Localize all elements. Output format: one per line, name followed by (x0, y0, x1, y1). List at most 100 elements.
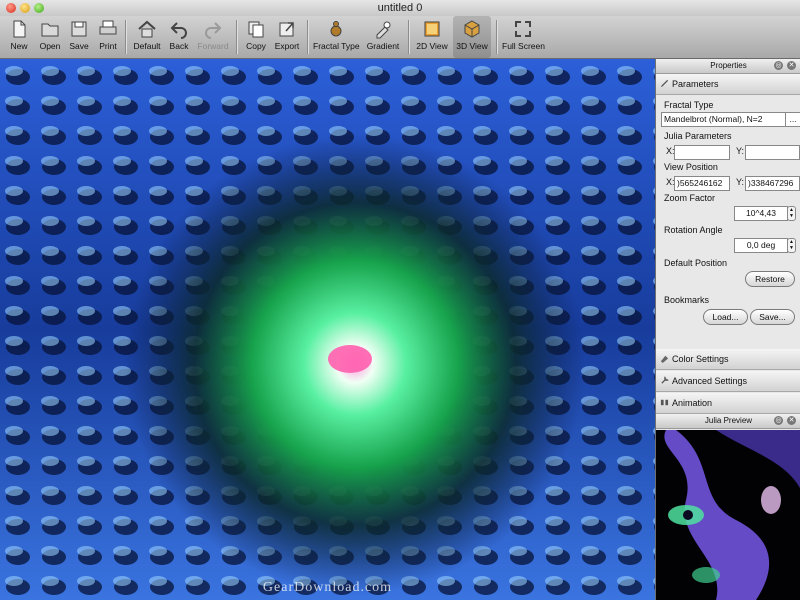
color-settings-icon (660, 355, 669, 363)
default-label: Default (133, 41, 161, 51)
forward-label: Forward (197, 41, 229, 51)
fractal-3d-viewport[interactable]: GearDownload.com (0, 59, 655, 600)
new-button[interactable]: New (5, 16, 33, 58)
gradient-icon (376, 21, 391, 39)
save-icon (71, 21, 87, 37)
rotation-stepper[interactable]: ▲ ▼ (787, 238, 796, 253)
view-position-label: View Position (664, 162, 718, 172)
restore-button[interactable]: Restore (745, 271, 795, 287)
julia-preview-title-bar: Julia Preview ◎ ✕ (656, 414, 800, 429)
view-y-field[interactable]: )338467296 (745, 176, 800, 191)
3d-view-icon (464, 20, 480, 38)
fractal-render (0, 59, 655, 600)
copy-label: Copy (246, 41, 266, 51)
properties-title-bar: Properties ◎ ✕ (656, 59, 800, 74)
export-button[interactable]: Export (272, 16, 302, 58)
color-settings-label: Color Settings (672, 354, 729, 364)
fractal-type-button[interactable]: Fractal Type (313, 16, 360, 58)
window-zoom-button[interactable] (34, 3, 44, 13)
fractal-type-more-button[interactable]: ... (785, 112, 800, 127)
julia-parameters-label: Julia Parameters (664, 131, 732, 141)
forward-button[interactable]: Forward (196, 16, 230, 58)
home-icon (138, 20, 156, 38)
back-label: Back (169, 41, 189, 51)
toolbar-separator (125, 20, 127, 54)
advanced-settings-section-header[interactable]: Advanced Settings (656, 371, 800, 392)
preview-close-icon[interactable]: ✕ (787, 416, 796, 425)
toolbar: New Open Save Print Default Back Forward… (0, 16, 800, 59)
panel-restore-icon[interactable]: ◎ (774, 61, 783, 70)
2d-view-button[interactable]: 2D View (414, 16, 450, 58)
fractal-type-label: Fractal Type (664, 100, 714, 110)
save-toolbar-button[interactable]: Save (66, 16, 92, 58)
copy-icon (248, 21, 264, 38)
full-screen-button[interactable]: Full Screen (502, 16, 545, 58)
zoom-factor-field[interactable]: 10^4,43 (734, 206, 788, 221)
fractal-type-icon (330, 21, 342, 37)
default-position-label: Default Position (664, 258, 728, 268)
animation-section-header[interactable]: Animation (656, 393, 800, 414)
preview-restore-icon[interactable]: ◎ (774, 416, 783, 425)
color-settings-section-header[interactable]: Color Settings (656, 349, 800, 370)
copy-button[interactable]: Copy (243, 16, 269, 58)
title-bar: untitled 0 (0, 0, 800, 16)
new-label: New (10, 41, 28, 51)
full-screen-icon (515, 21, 531, 37)
export-label: Export (274, 41, 300, 51)
view-x-field[interactable]: )565246162 (674, 176, 730, 191)
animation-label: Animation (672, 398, 713, 408)
julia-preview-render (656, 430, 800, 600)
save-bookmark-button[interactable]: Save... (750, 309, 795, 325)
julia-x-field[interactable] (674, 145, 730, 160)
print-label: Print (99, 41, 117, 51)
toolbar-separator (236, 20, 238, 54)
parameters-section-header[interactable]: Parameters (656, 74, 800, 95)
window-minimize-button[interactable] (20, 3, 30, 13)
zoom-stepper[interactable]: ▲ ▼ (787, 206, 796, 221)
window-close-button[interactable] (6, 3, 16, 13)
3d-view-label: 3D View (456, 41, 488, 51)
panel-close-icon[interactable]: ✕ (787, 61, 796, 70)
julia-y-label: Y: (736, 146, 745, 156)
julia-y-field[interactable] (745, 145, 800, 160)
new-file-icon (13, 20, 26, 38)
gradient-label: Gradient (366, 41, 400, 51)
julia-preview-title: Julia Preview (704, 416, 753, 425)
parameters-header-label: Parameters (672, 79, 719, 89)
toolbar-separator (496, 20, 498, 54)
open-button[interactable]: Open (36, 16, 64, 58)
fractal-type-label: Fractal Type (313, 41, 360, 51)
forward-arrow-icon (205, 22, 222, 39)
zoom-factor-label: Zoom Factor (664, 193, 716, 203)
parameters-body: Fractal Type Mandelbrot (Normal), N=2 ..… (656, 99, 800, 379)
export-icon (279, 22, 294, 37)
back-button[interactable]: Back (166, 16, 192, 58)
full-screen-label: Full Screen (502, 41, 545, 51)
toolbar-separator (307, 20, 309, 54)
pencil-icon (660, 79, 669, 88)
save-label: Save (69, 41, 89, 51)
wrench-icon (661, 376, 669, 384)
view-y-label: Y: (736, 177, 745, 187)
julia-preview-image[interactable] (656, 430, 800, 600)
properties-title: Properties (710, 61, 747, 70)
default-button[interactable]: Default (131, 16, 163, 58)
toolbar-separator (408, 20, 410, 54)
open-label: Open (39, 41, 61, 51)
window-title: untitled 0 (377, 2, 423, 14)
watermark-text: GearDownload.com (262, 580, 393, 595)
bookmarks-label: Bookmarks (664, 295, 710, 305)
2d-view-label: 2D View (416, 41, 448, 51)
load-bookmark-button[interactable]: Load... (703, 309, 748, 325)
3d-view-button[interactable]: 3D View (453, 16, 491, 58)
properties-panel: Properties ◎ ✕ Parameters Fractal Type M… (655, 59, 800, 600)
print-icon (99, 20, 117, 35)
rotation-angle-label: Rotation Angle (664, 225, 723, 235)
animation-icon (660, 399, 669, 406)
open-folder-icon (41, 23, 59, 37)
back-arrow-icon (170, 22, 187, 39)
print-button[interactable]: Print (95, 16, 121, 58)
fractal-type-field[interactable]: Mandelbrot (Normal), N=2 (661, 112, 786, 127)
gradient-button[interactable]: Gradient (364, 16, 402, 58)
rotation-angle-field[interactable]: 0,0 deg (734, 238, 788, 253)
